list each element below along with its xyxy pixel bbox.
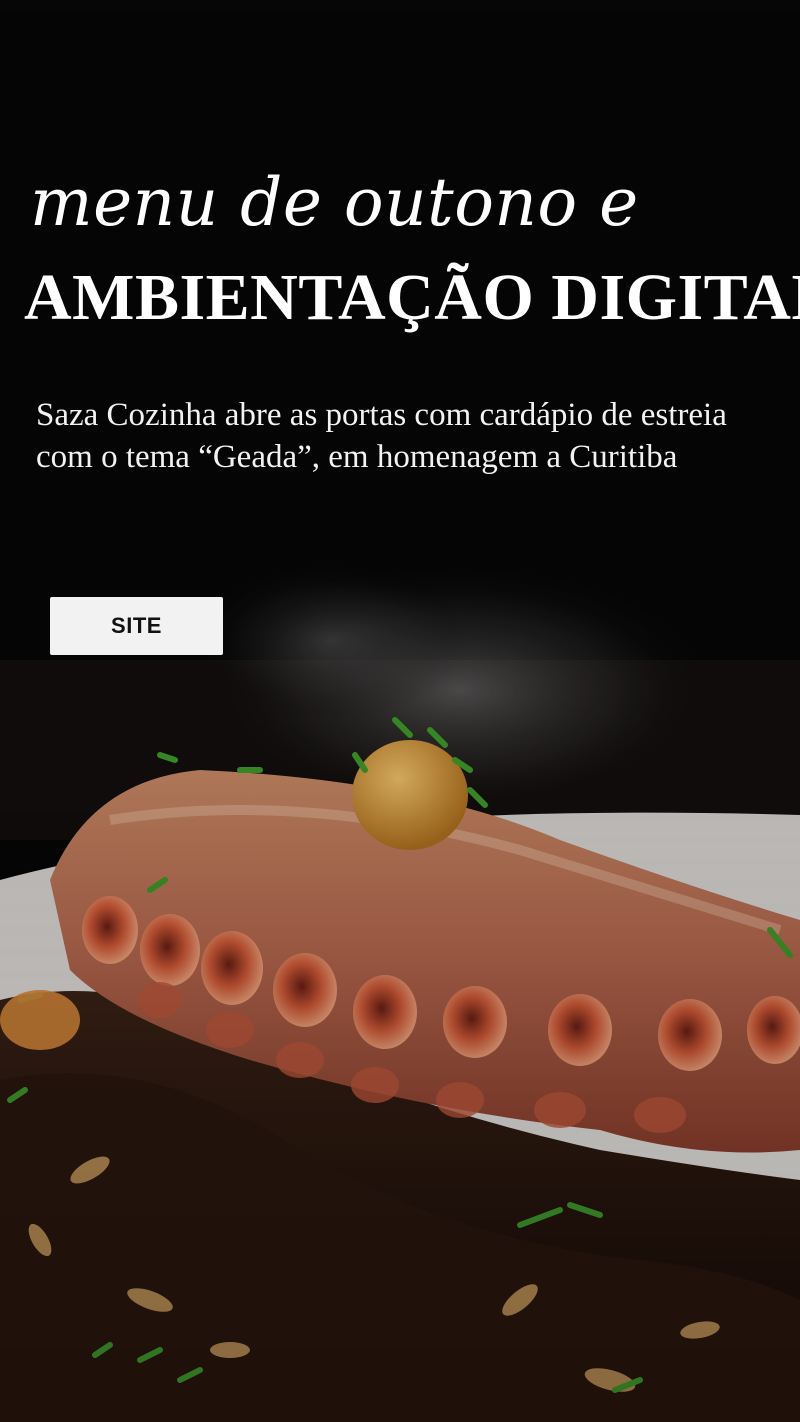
headline-line-1: menu de outono e <box>30 164 639 241</box>
story-page: menu de outono e AMBIENTAÇÃO DIGITAL Saz… <box>0 0 800 1422</box>
site-button[interactable]: SITE <box>50 597 223 655</box>
subtitle-text: Saza Cozinha abre as portas com cardápio… <box>36 397 727 475</box>
headline-line-2: AMBIENTAÇÃO DIGITAL <box>24 261 800 334</box>
